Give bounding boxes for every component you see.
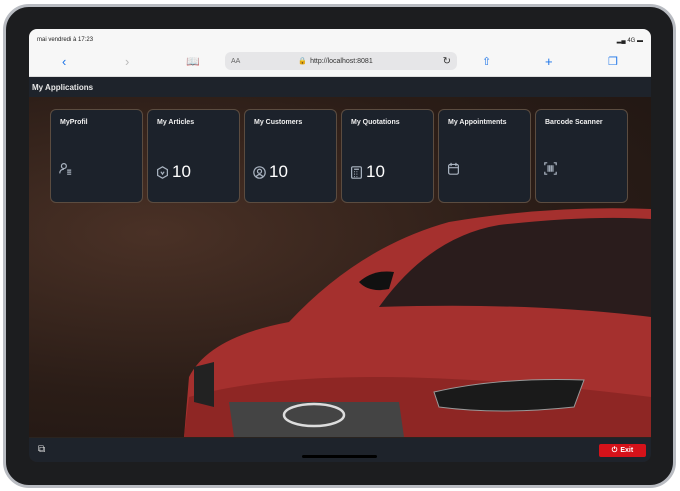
calculator-icon — [351, 165, 362, 179]
chat-icon[interactable]: ⧉ — [38, 444, 45, 455]
tile-label: My Customers — [254, 119, 303, 126]
status-network: ▂▄ 4G ▬ — [616, 38, 643, 44]
exit-button[interactable]: ⏻ Exit — [599, 444, 646, 457]
share-icon[interactable]: ⇧ — [482, 55, 491, 68]
tile-count: 10 — [269, 162, 288, 181]
tile-barcode-scanner[interactable]: Barcode Scanner — [535, 109, 628, 203]
box-icon — [157, 165, 168, 179]
tile-label: My Quotations — [351, 119, 400, 126]
power-icon: ⏻ — [611, 446, 618, 454]
barcode-scan-icon — [544, 162, 557, 175]
tile-label: My Articles — [157, 119, 195, 126]
tile-count: 10 — [366, 162, 385, 181]
reload-icon[interactable]: ↻ — [443, 56, 451, 67]
tile-my-quotations[interactable]: My Quotations 10 — [341, 109, 434, 203]
text-size-button[interactable]: AA — [231, 58, 240, 65]
tile-label: MyProfil — [60, 119, 88, 126]
page-header: My Applications — [29, 77, 651, 97]
tile-label: My Appointments — [448, 119, 507, 126]
tabs-icon[interactable]: ❐ — [608, 55, 618, 68]
user-circle-icon — [253, 165, 266, 179]
tile-label: Barcode Scanner — [545, 119, 603, 126]
calendar-icon — [448, 162, 459, 175]
browser-toolbar: ‹ › 📖 AA 🔒 http://localhost:8081 ↻ ⇧ + ❐ — [29, 46, 651, 77]
footer-bar: ⧉ ⏻ Exit — [29, 438, 651, 462]
status-bar: mai vendredi à 17:23 ▂▄ 4G ▬ — [29, 29, 651, 46]
back-icon[interactable]: ‹ — [62, 54, 66, 69]
forward-icon[interactable]: › — [125, 54, 129, 69]
bookmarks-icon[interactable]: 📖 — [186, 55, 200, 68]
tile-myprofil[interactable]: MyProfil — [50, 109, 143, 203]
app-tiles: MyProfil My Articles 10 My Customers 10 … — [50, 109, 628, 203]
tile-my-appointments[interactable]: My Appointments — [438, 109, 531, 203]
tile-my-articles[interactable]: My Articles 10 — [147, 109, 240, 203]
address-bar[interactable]: AA 🔒 http://localhost:8081 ↻ — [225, 52, 457, 70]
status-time: mai vendredi à 17:23 — [37, 37, 94, 43]
user-list-icon — [59, 163, 72, 175]
content-area: MyProfil My Articles 10 My Customers 10 … — [29, 97, 651, 437]
url-text: http://localhost:8081 — [310, 57, 373, 65]
tile-count: 10 — [172, 162, 191, 181]
home-indicator — [302, 455, 377, 458]
exit-label: Exit — [620, 447, 634, 454]
tile-my-customers[interactable]: My Customers 10 — [244, 109, 337, 203]
new-tab-icon[interactable]: + — [545, 54, 553, 69]
lock-icon: 🔒 — [298, 58, 308, 65]
screen: mai vendredi à 17:23 ▂▄ 4G ▬ ‹ › 📖 AA 🔒 … — [29, 29, 651, 462]
